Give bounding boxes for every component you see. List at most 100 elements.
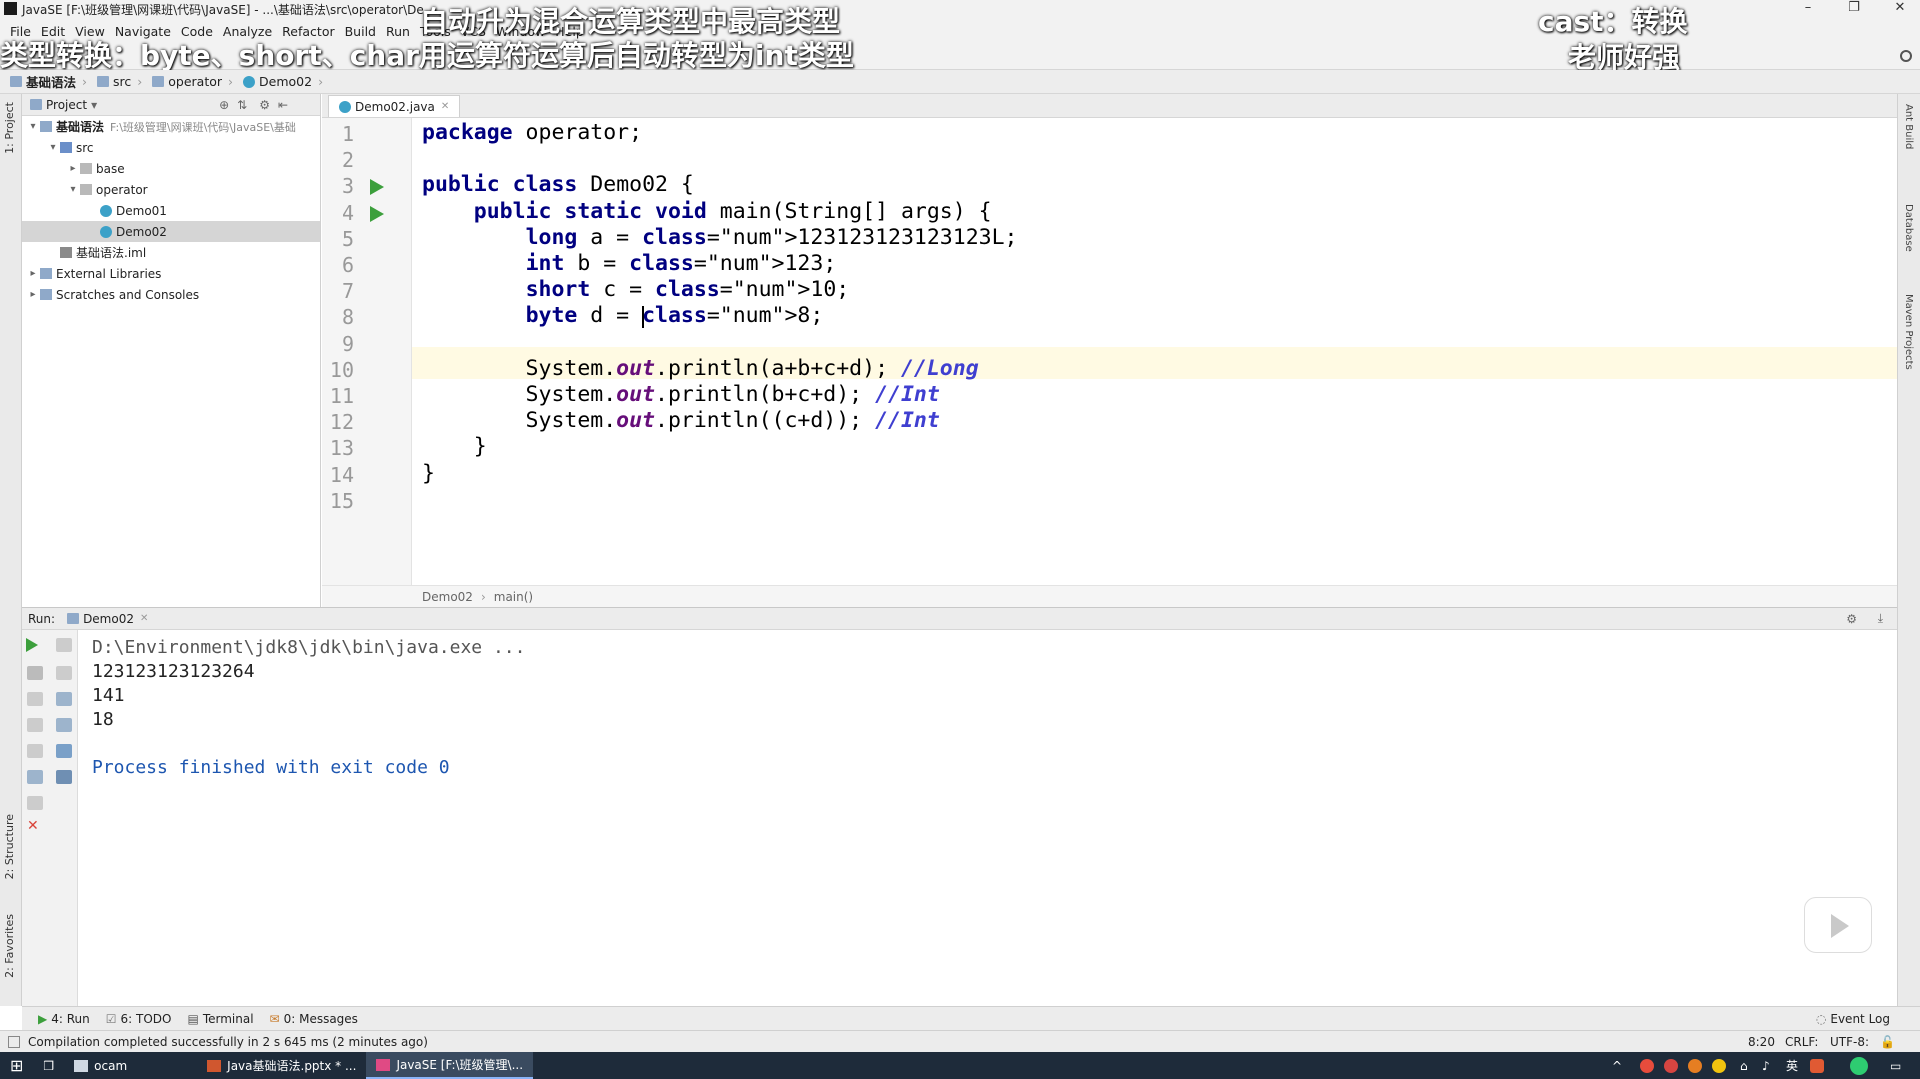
code-line[interactable]: }	[422, 461, 435, 487]
code-line[interactable]: System.out.println(a+b+c+d); //Long	[422, 356, 979, 382]
editor-breadcrumb-class[interactable]: Demo02	[422, 590, 473, 604]
tree-item[interactable]: 基础语法.iml	[22, 242, 320, 263]
close-run-tab-icon[interactable]: ✕	[140, 613, 148, 624]
collapse-icon[interactable]: ⇅	[237, 98, 247, 112]
code-line[interactable]: System.out.println((c+d)); //Int	[422, 408, 940, 434]
search-everywhere-icon[interactable]	[1900, 50, 1912, 62]
network-icon[interactable]: ⌂	[1740, 1059, 1748, 1073]
file-encoding[interactable]: UTF-8:	[1830, 1035, 1869, 1049]
expand-arrow-icon[interactable]: ▾	[26, 121, 40, 132]
bottom-tab-run[interactable]: ▶ 4: Run	[38, 1012, 90, 1026]
clear-all-icon[interactable]	[56, 770, 72, 784]
tree-item[interactable]: ▾ operator	[22, 179, 320, 200]
line-separator[interactable]: CRLF:	[1785, 1035, 1818, 1049]
exit-icon[interactable]	[27, 744, 43, 758]
tree-item[interactable]: Demo01	[22, 200, 320, 221]
dump-threads-icon[interactable]	[27, 718, 43, 732]
editor-breadcrumb-method[interactable]: main()	[494, 590, 533, 604]
breadcrumb-class[interactable]: Demo02 ›	[243, 74, 329, 89]
tray-chrome-icon[interactable]	[1712, 1058, 1726, 1073]
expand-arrow-icon[interactable]: ▸	[26, 268, 40, 279]
event-log-button[interactable]: ◌ Event Log	[1816, 1012, 1890, 1026]
taskbar-powerpoint[interactable]: Java基础语法.pptx * ...	[197, 1052, 366, 1079]
expand-arrow-icon[interactable]: ▾	[46, 142, 60, 153]
scroll-to-end-icon[interactable]	[56, 718, 72, 732]
locate-icon[interactable]: ⊕	[219, 98, 229, 112]
up-trace-icon[interactable]	[56, 638, 72, 652]
tree-item[interactable]: ▸ External Libraries	[22, 263, 320, 284]
run-gutter-icon[interactable]	[370, 205, 384, 222]
caret-position[interactable]: 8:20	[1748, 1035, 1775, 1049]
rerun-icon[interactable]	[26, 638, 38, 652]
code-line[interactable]: }	[422, 434, 487, 460]
input-method[interactable]: 英	[1786, 1057, 1798, 1074]
structure-tool-tab[interactable]: 2: Structure	[3, 814, 16, 879]
tree-item[interactable]: ▸ Scratches and Consoles	[22, 284, 320, 305]
gear-icon[interactable]: ⚙	[259, 98, 270, 112]
tree-item[interactable]: ▸ base	[22, 158, 320, 179]
code-line[interactable]: short c = class="num">10;	[422, 277, 850, 303]
bottom-tab-messages[interactable]: ✉ 0: Messages	[270, 1012, 358, 1026]
print-icon[interactable]	[56, 744, 72, 758]
notification-icon[interactable]: ▭	[1890, 1059, 1901, 1073]
hide-icon[interactable]: ⇤	[278, 98, 288, 112]
expand-arrow-icon[interactable]: ▸	[26, 289, 40, 300]
expand-arrow-icon[interactable]: ▾	[66, 184, 80, 195]
tree-item[interactable]: Demo02	[22, 221, 320, 242]
taskbar-intellij[interactable]: JavaSE [F:\班级管理\...	[366, 1052, 534, 1079]
tray-chevron-up-icon[interactable]: ^	[1612, 1059, 1622, 1073]
code-line[interactable]: package operator;	[422, 120, 642, 146]
close-run-icon[interactable]: ✕	[27, 818, 39, 834]
tray-qq-icon[interactable]	[1688, 1058, 1702, 1073]
tray-ime-icon[interactable]	[1810, 1058, 1824, 1073]
expand-arrow-icon[interactable]: ▸	[66, 163, 80, 174]
pause-icon[interactable]	[27, 692, 43, 706]
down-trace-icon[interactable]	[56, 666, 72, 680]
pin-icon[interactable]	[27, 796, 43, 810]
code-line[interactable]: int b = class="num">123;	[422, 251, 837, 277]
editor-tab-demo02[interactable]: Demo02.java ✕	[328, 95, 461, 117]
video-play-button[interactable]	[1804, 897, 1872, 953]
code-line[interactable]: long a = class="num">123123123123123L;	[422, 225, 1018, 251]
ant-build-tab[interactable]: Ant Build	[1903, 104, 1914, 149]
bottom-tab-todo[interactable]: ☑ 6: TODO	[106, 1012, 172, 1026]
code-line[interactable]: public class Demo02 {	[422, 172, 694, 198]
breadcrumb-package[interactable]: operator ›	[152, 74, 239, 89]
tree-item[interactable]: ▾ src	[22, 137, 320, 158]
minimize-button[interactable]: –	[1788, 0, 1828, 18]
code-line[interactable]: System.out.println(b+c+d); //Int	[422, 382, 940, 408]
soft-wrap-icon[interactable]	[56, 692, 72, 706]
project-tool-tab[interactable]: 1: Project	[3, 102, 16, 154]
chevron-down-icon[interactable]: ▾	[91, 98, 97, 112]
start-button[interactable]: ⊞	[0, 1052, 33, 1079]
volume-icon[interactable]: ♪	[1762, 1059, 1770, 1073]
layout-icon[interactable]	[27, 770, 43, 784]
tray-record-icon[interactable]	[1664, 1058, 1678, 1073]
code-area[interactable]: package operator; public class Demo02 { p…	[422, 118, 1872, 585]
close-button[interactable]: ✕	[1880, 0, 1920, 18]
tray-status-icon[interactable]	[1850, 1056, 1868, 1075]
maven-projects-tab[interactable]: Maven Projects	[1903, 294, 1914, 370]
favorites-tool-tab[interactable]: 2: Favorites	[3, 914, 16, 978]
stop-icon[interactable]	[27, 666, 43, 680]
code-line[interactable]: byte d = class="num">8;	[422, 303, 824, 329]
database-tab[interactable]: Database	[1903, 204, 1914, 252]
tray-app-icon[interactable]	[1640, 1058, 1654, 1073]
lock-icon[interactable]: 🔓	[1880, 1035, 1895, 1049]
run-settings-gear-icon[interactable]: ⚙	[1846, 612, 1857, 626]
breadcrumb-src[interactable]: src ›	[97, 74, 148, 89]
hide-run-panel-icon[interactable]: ⤓	[1878, 611, 1883, 626]
taskbar-ocam[interactable]: ocam	[64, 1052, 137, 1079]
console-output[interactable]: D:\Environment\jdk8\jdk\bin\java.exe ...…	[92, 636, 525, 780]
close-tab-icon[interactable]: ✕	[441, 101, 449, 112]
restore-button[interactable]: ❐	[1834, 0, 1874, 18]
task-view-icon[interactable]: ❒	[33, 1052, 64, 1079]
tree-item[interactable]: ▾ 基础语法 F:\班级管理\网课班\代码\JavaSE\基础	[22, 116, 320, 137]
status-toggle-icon[interactable]	[8, 1035, 20, 1048]
project-view-dropdown[interactable]: Project	[46, 98, 87, 112]
bottom-tab-terminal[interactable]: ▤ Terminal	[187, 1012, 253, 1026]
run-tab-demo02[interactable]: Demo02 ✕	[67, 612, 148, 626]
run-gutter-icon[interactable]	[370, 179, 384, 196]
code-line[interactable]: public static void main(String[] args) {	[422, 199, 992, 225]
breadcrumb-module[interactable]: 基础语法 ›	[10, 72, 93, 91]
